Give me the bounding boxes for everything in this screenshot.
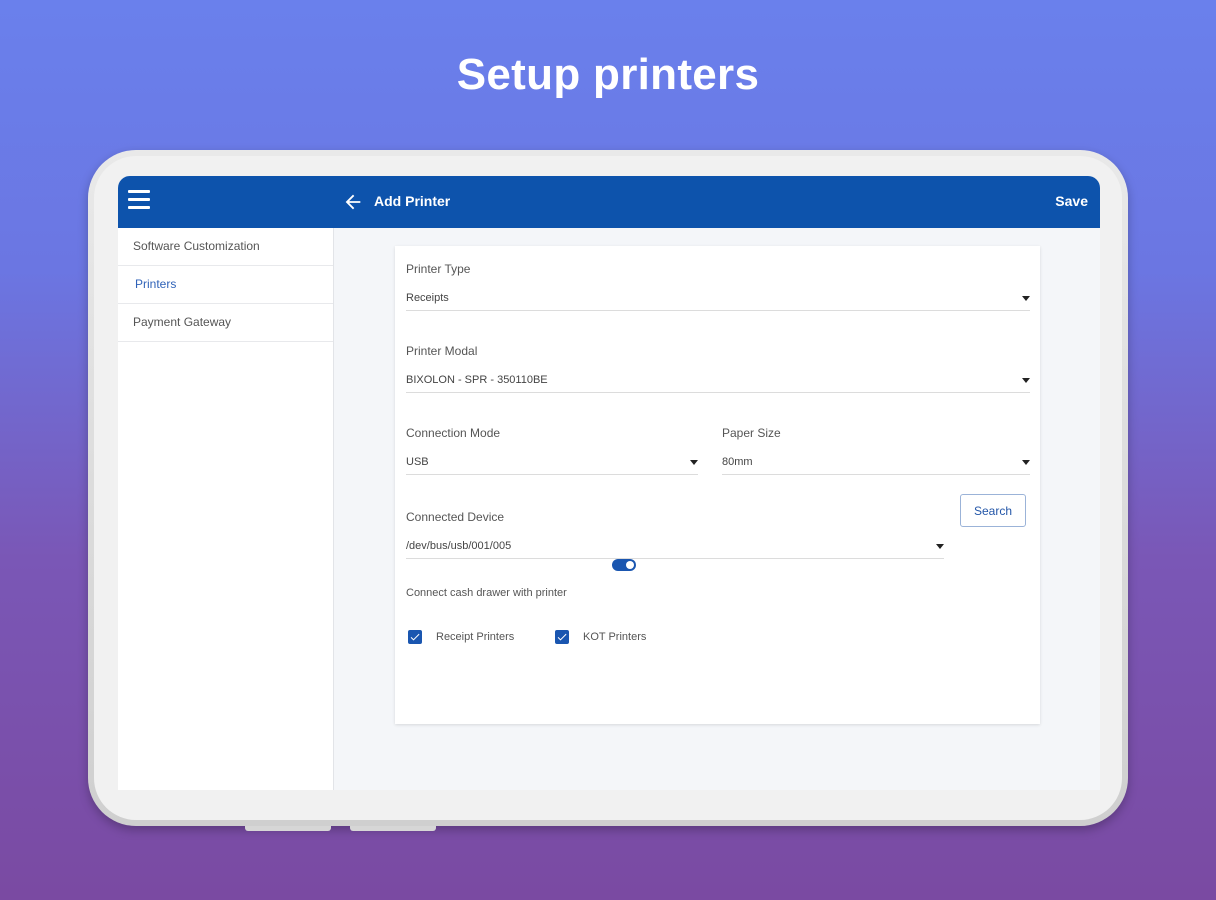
receipt-printers-checkbox[interactable]: Receipt Printers <box>408 630 538 646</box>
checkbox-checked-icon <box>555 630 569 644</box>
dropdown-arrow-icon <box>1022 460 1030 465</box>
toggle-knob <box>626 561 634 569</box>
paper-size-label: Paper Size <box>722 426 781 440</box>
printer-type-label: Printer Type <box>406 262 471 276</box>
connected-device-value: /dev/bus/usb/001/005 <box>406 540 512 552</box>
dropdown-arrow-icon <box>936 544 944 549</box>
cash-drawer-toggle[interactable] <box>612 559 636 571</box>
connected-device-label: Connected Device <box>406 510 505 524</box>
kot-printers-label: KOT Printers <box>583 631 647 643</box>
tablet-volume-button <box>245 826 331 831</box>
paper-size-select[interactable]: 80mm <box>722 452 1030 475</box>
printer-type-value: Receipts <box>406 292 449 304</box>
app-bar: Add Printer Save <box>118 176 1100 228</box>
kot-printers-checkbox[interactable]: KOT Printers <box>555 630 665 646</box>
connected-device-select[interactable]: /dev/bus/usb/001/005 <box>406 536 944 559</box>
checkbox-checked-icon <box>408 630 422 644</box>
back-arrow-icon[interactable] <box>342 191 364 213</box>
printer-modal-label: Printer Modal <box>406 344 478 358</box>
sidebar-item-payment-gateway[interactable]: Payment Gateway <box>118 304 333 342</box>
search-device-button[interactable]: Search <box>960 494 1026 527</box>
add-printer-form: Printer Type Receipts Printer Modal BIXO… <box>395 246 1040 724</box>
tablet-power-button <box>350 826 436 831</box>
app-screen: Add Printer Save Software Customization … <box>118 176 1100 790</box>
page-background: Setup printers Add Printer Save Software… <box>0 0 1216 900</box>
connection-mode-select[interactable]: USB <box>406 452 698 475</box>
headline: Setup printers <box>456 50 760 99</box>
dropdown-arrow-icon <box>690 460 698 465</box>
page-title: Add Printer <box>374 193 451 209</box>
hamburger-menu-icon[interactable] <box>128 190 150 212</box>
receipt-printers-label: Receipt Printers <box>436 631 515 643</box>
sidebar-item-software-customization[interactable]: Software Customization <box>118 228 333 266</box>
paper-size-value: 80mm <box>722 456 753 468</box>
save-button[interactable]: Save <box>1055 193 1088 209</box>
dropdown-arrow-icon <box>1022 296 1030 301</box>
settings-sidebar: Software Customization Printers Payment … <box>118 228 334 790</box>
connection-mode-value: USB <box>406 456 429 468</box>
cash-drawer-label: Connect cash drawer with printer <box>406 587 567 599</box>
printer-modal-value: BIXOLON - SPR - 350110BE <box>406 374 548 386</box>
dropdown-arrow-icon <box>1022 378 1030 383</box>
sidebar-item-printers[interactable]: Printers <box>118 266 333 304</box>
printer-modal-select[interactable]: BIXOLON - SPR - 350110BE <box>406 370 1030 393</box>
connection-mode-label: Connection Mode <box>406 426 501 440</box>
printer-type-select[interactable]: Receipts <box>406 288 1030 311</box>
